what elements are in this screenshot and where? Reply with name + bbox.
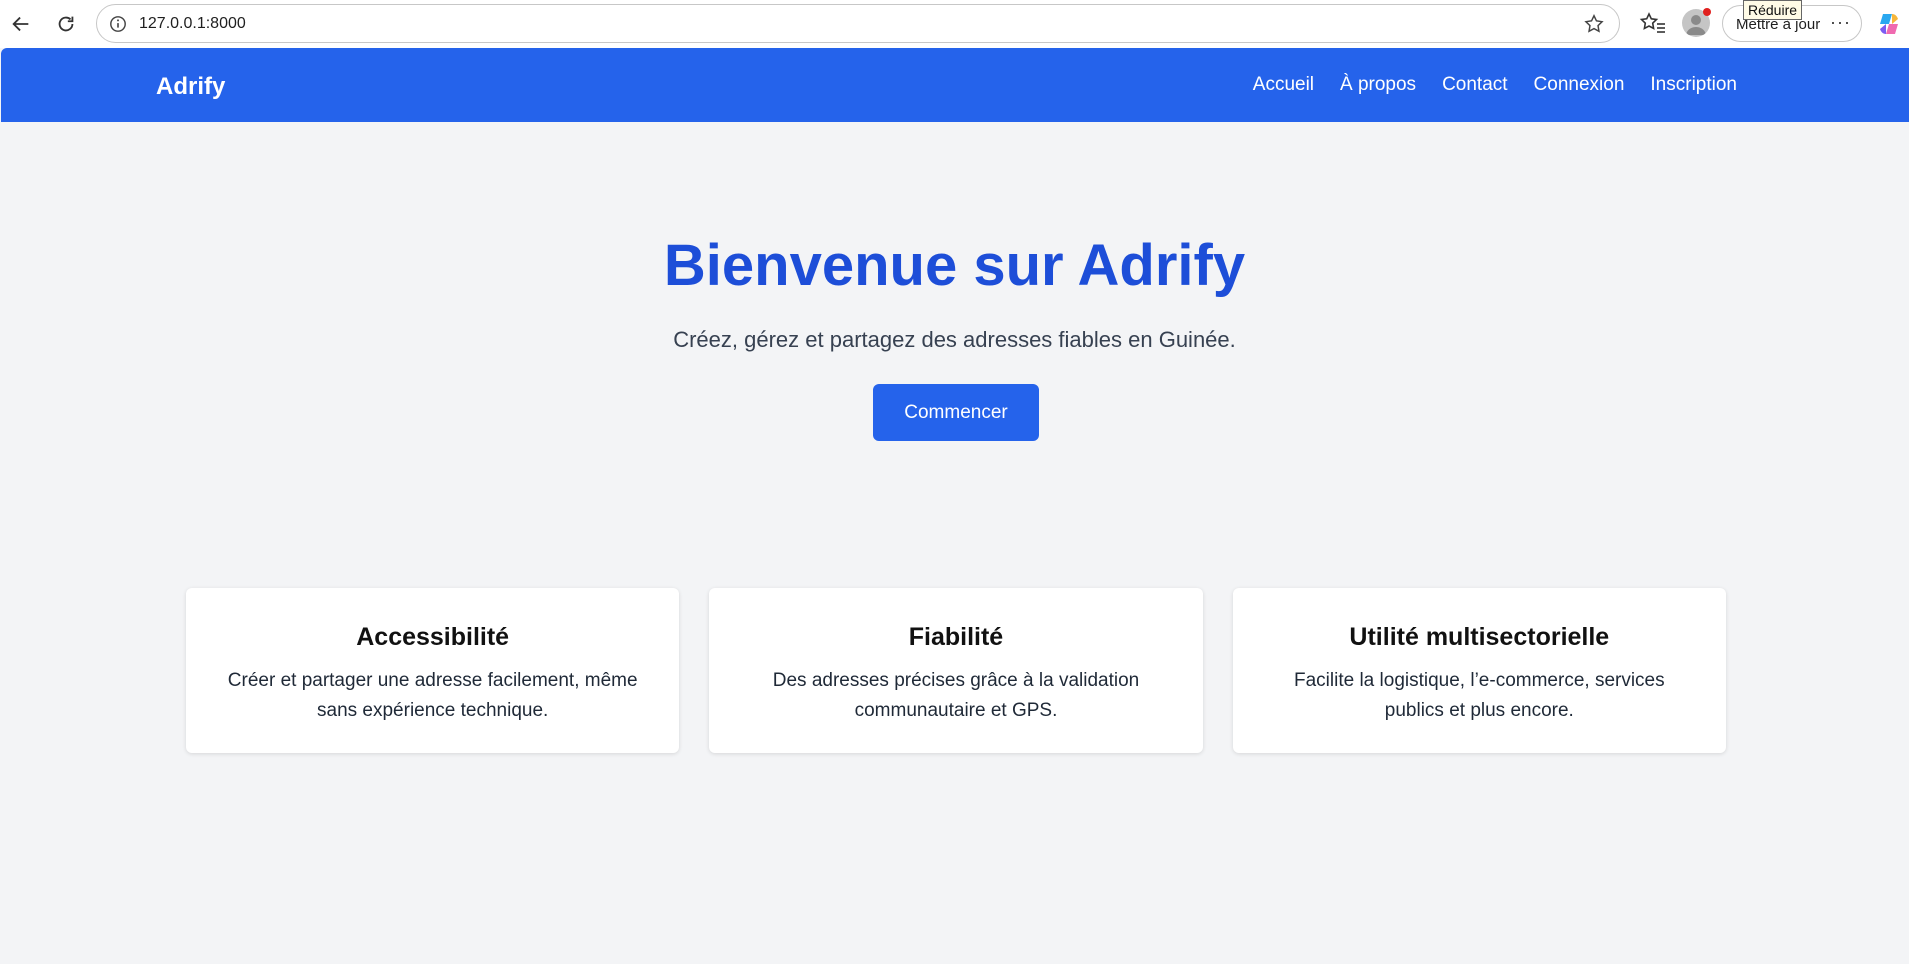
feature-card: Utilité multisectorielle Facilite la log… [1232, 588, 1726, 753]
notification-dot [1703, 8, 1711, 16]
nav-link-connexion[interactable]: Connexion [1534, 74, 1625, 96]
features-section: Accessibilité Créer et partager une adre… [186, 588, 1726, 753]
reload-button[interactable] [49, 7, 83, 41]
feature-card-text: Des adresses précises grâce à la validat… [772, 670, 1140, 721]
copilot-icon[interactable] [1875, 10, 1903, 38]
feature-card-text: Créer et partager une adresse facilement… [227, 670, 638, 721]
reload-icon [58, 16, 74, 32]
brand-logo[interactable]: Adrify [156, 73, 225, 101]
hero-title: Bienvenue sur Adrify [663, 233, 1246, 298]
url-text[interactable]: 127.0.0.1:8000 [139, 15, 246, 33]
browser-toolbar: 127.0.0.1:8000 Mettre à jour ··· Réduire [0, 0, 1909, 48]
nav-link-contact[interactable]: Contact [1442, 74, 1507, 96]
feature-card: Accessibilité Créer et partager une adre… [186, 588, 680, 753]
nav-link-a-propos[interactable]: À propos [1340, 74, 1416, 96]
feature-card-title: Fiabilité [908, 623, 1004, 651]
tooltip: Réduire [1743, 0, 1803, 20]
arrow-left-icon [12, 16, 29, 32]
feature-card-text: Facilite la logistique, l’e-commerce, se… [1294, 670, 1665, 721]
hero-subtitle: Créez, gérez et partagez des adresses fi… [673, 327, 1236, 352]
back-button[interactable] [4, 7, 38, 41]
nav-link-inscription[interactable]: Inscription [1650, 74, 1737, 96]
more-icon[interactable]: ··· [1830, 12, 1851, 33]
nav-link-accueil[interactable]: Accueil [1253, 74, 1314, 96]
star-icon[interactable] [1583, 13, 1605, 35]
feature-card: Fiabilité Des adresses précises grâce à … [709, 588, 1203, 753]
site-header: Adrify Accueil À propos Contact Connexio… [1, 48, 1909, 122]
favorites-icon[interactable] [1638, 9, 1668, 39]
feature-card-title: Accessibilité [356, 623, 510, 651]
feature-card-title: Utilité multisectorielle [1349, 623, 1610, 651]
main-nav: Accueil À propos Contact Connexion Inscr… [1253, 74, 1737, 96]
address-bar[interactable]: 127.0.0.1:8000 [96, 4, 1620, 43]
commencer-button[interactable]: Commencer [873, 384, 1039, 441]
info-icon[interactable] [109, 15, 127, 33]
